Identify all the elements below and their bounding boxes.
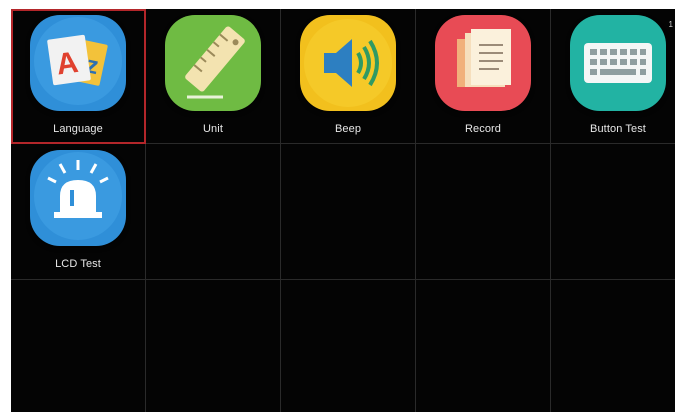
empty-slot — [416, 144, 551, 280]
app-grid: z A Language Unit Beep Record Button Tes… — [11, 9, 675, 412]
app-label: Record — [464, 123, 502, 135]
empty-slot — [281, 144, 416, 280]
documents-icon — [435, 15, 531, 111]
empty-slot — [146, 144, 281, 280]
svg-text:A: A — [54, 46, 80, 82]
app-unit[interactable]: Unit — [146, 9, 281, 144]
app-beep[interactable]: Beep — [281, 9, 416, 144]
app-label: Language — [53, 123, 103, 135]
app-button-test[interactable]: Button Test — [551, 9, 675, 144]
empty-slot — [146, 280, 281, 412]
empty-slot — [416, 280, 551, 412]
app-label: Unit — [203, 123, 223, 135]
ruler-icon — [165, 15, 261, 111]
alarm-light-icon — [30, 150, 126, 246]
app-label: Beep — [334, 123, 362, 135]
empty-slot — [551, 144, 675, 280]
speaker-icon — [300, 15, 396, 111]
empty-slot — [11, 280, 146, 412]
language-icon: z A — [30, 15, 126, 111]
app-label: LCD Test — [55, 258, 101, 270]
app-language[interactable]: z A Language — [11, 9, 146, 144]
empty-slot — [281, 280, 416, 412]
empty-slot — [551, 280, 675, 412]
app-lcd-test[interactable]: LCD Test — [11, 144, 146, 280]
page-indicator: 1 — [668, 20, 673, 29]
app-label: Button Test — [590, 123, 646, 135]
app-record[interactable]: Record — [416, 9, 551, 144]
launcher-screen: z A Language Unit Beep Record Button Tes… — [11, 9, 675, 412]
keyboard-icon — [570, 15, 666, 111]
